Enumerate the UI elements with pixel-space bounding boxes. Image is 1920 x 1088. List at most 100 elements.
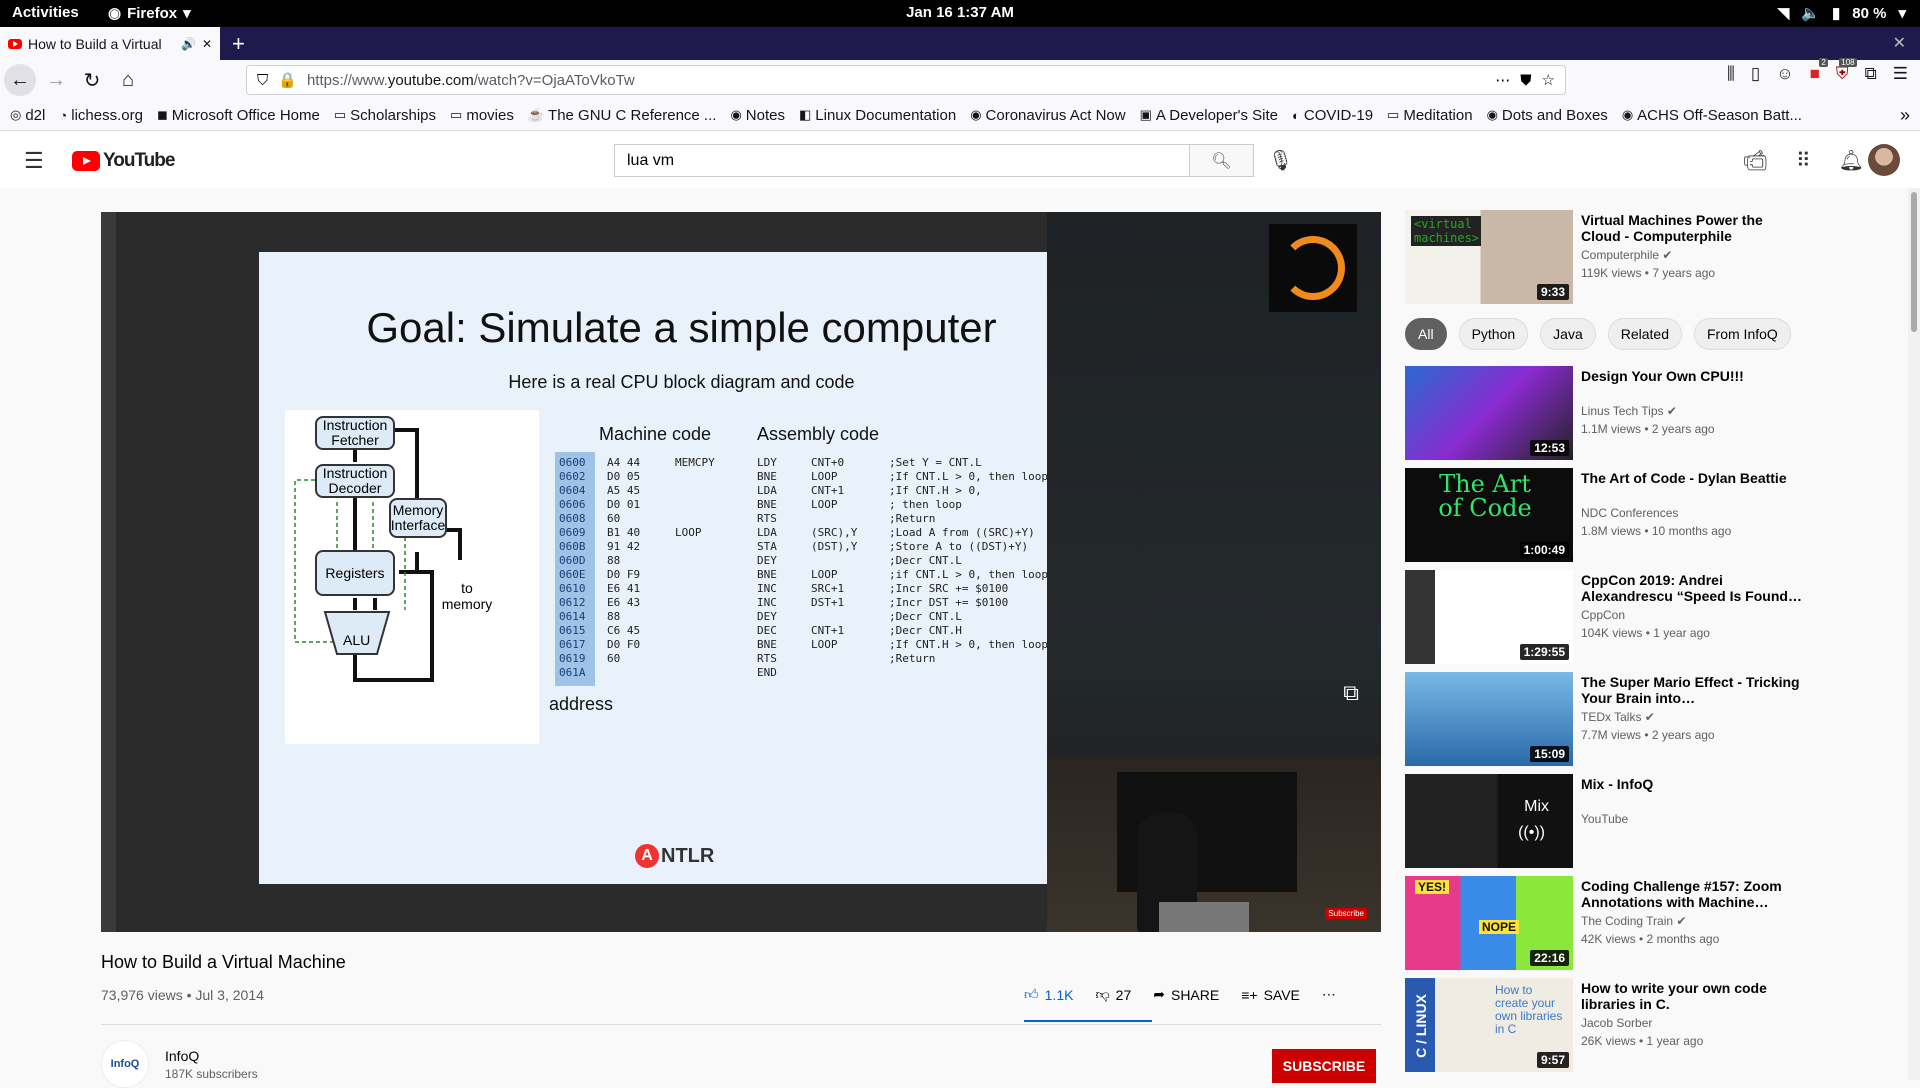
video-thumbnail[interactable]: 1:29:55 — [1405, 570, 1573, 664]
search-button[interactable]: 🔍︎ — [1189, 145, 1253, 176]
recommendation-channel[interactable]: CppCon — [1581, 608, 1625, 622]
page-actions-icon[interactable]: ⋯ — [1495, 71, 1510, 89]
extension-icon[interactable]: ■ 2 — [1810, 58, 1828, 84]
dislike-button[interactable]: 👎︎ 27 — [1095, 986, 1131, 1003]
channel-name[interactable]: InfoQ — [165, 1048, 199, 1064]
video-thumbnail[interactable]: C / LINUX How to create your own librarie… — [1405, 978, 1573, 1072]
recommendation-title[interactable]: Virtual Machines Power the Cloud - Compu… — [1581, 212, 1805, 244]
miniplayer-icon[interactable]: ⧉ — [1343, 680, 1359, 706]
recommendation-title[interactable]: Design Your Own CPU!!! — [1581, 368, 1805, 384]
clock[interactable]: Jan 16 1:37 AM — [0, 4, 1920, 21]
forward-button[interactable]: → — [40, 64, 72, 96]
chip-all[interactable]: All — [1405, 318, 1447, 350]
notifications-bell-icon[interactable]: 🔔︎ — [1839, 148, 1864, 173]
recommendation-channel[interactable]: YouTube — [1581, 812, 1628, 826]
recommendation-title[interactable]: Mix - InfoQ — [1581, 776, 1805, 792]
chip-from-infoq[interactable]: From InfoQ — [1694, 318, 1791, 350]
recommendation-title[interactable]: How to write your own code libraries in … — [1581, 980, 1805, 1012]
bookmark-item[interactable]: ▭ Scholarships — [334, 107, 436, 124]
chip-python[interactable]: Python — [1458, 318, 1529, 350]
screenshot-icon[interactable]: ⧉ — [1865, 64, 1877, 84]
speaker-icon[interactable]: 🔊 — [181, 37, 196, 51]
recommendation-item[interactable]: C / LINUX How to create your own librarie… — [1405, 978, 1805, 1074]
url-bar[interactable]: ⛉ 🔒 https://www.youtube.com/watch?v=OjaA… — [246, 65, 1566, 95]
share-button[interactable]: ➦ SHARE — [1153, 986, 1219, 1003]
recommendation-item[interactable]: 1:29:55 CppCon 2019: Andrei Alexandrescu … — [1405, 570, 1805, 666]
recommendation-title[interactable]: The Super Mario Effect - Tricking Your B… — [1581, 674, 1805, 706]
recommendation-title[interactable]: CppCon 2019: Andrei Alexandrescu “Speed … — [1581, 572, 1805, 604]
bookmark-item[interactable]: ◉ Notes — [730, 107, 785, 124]
bookmark-item[interactable]: ◼ Microsoft Office Home — [157, 107, 320, 124]
window-close-icon[interactable]: ✕ — [1893, 33, 1906, 53]
bookmarks-overflow-icon[interactable]: » — [1900, 105, 1910, 126]
account-icon[interactable]: ☺ — [1776, 64, 1793, 84]
page-scrollbar[interactable] — [1908, 188, 1920, 1080]
chip-related[interactable]: Related — [1607, 318, 1682, 350]
avatar[interactable] — [1868, 144, 1900, 176]
lock-icon[interactable]: 🔒 — [278, 71, 297, 89]
video-thumbnail[interactable]: <virtual machines> 9:33 — [1405, 210, 1573, 304]
back-button[interactable]: ← — [4, 64, 36, 96]
video-thumbnail[interactable]: Mix ((•)) — [1405, 774, 1573, 868]
ublock-icon[interactable]: ⛨ 108 — [1836, 58, 1857, 84]
system-tray[interactable]: ◥ 🔈 ▮ 80 % ▾ — [1778, 4, 1906, 23]
app-menu[interactable]: ◉ Firefox ▾ — [108, 4, 191, 23]
bookmark-item[interactable]: ◎ d2l — [10, 107, 45, 124]
video-player[interactable]: Goal: Simulate a simple computer Here is… — [101, 212, 1381, 932]
youtube-logo[interactable]: YouTube — [72, 150, 175, 172]
video-thumbnail[interactable]: 15:09 — [1405, 672, 1573, 766]
star-icon[interactable]: ☆ — [1542, 71, 1555, 89]
recommendation-item[interactable]: Mix ((•)) Mix - InfoQ YouTube — [1405, 774, 1805, 870]
shield-icon[interactable]: ⛉ — [257, 72, 268, 89]
recommendation-channel[interactable]: TEDx Talks ✔ — [1581, 710, 1655, 724]
bookmark-item[interactable]: ▣ A Developer's Site — [1140, 107, 1278, 124]
bookmark-item[interactable]: ▭ Meditation — [1387, 107, 1473, 124]
recommendation-item[interactable]: YES! NOPE 22:16 Coding Challenge #157: Zoom… — [1405, 876, 1805, 972]
recommendation-channel[interactable]: Jacob Sorber — [1581, 1016, 1652, 1030]
search-input[interactable] — [615, 145, 1189, 176]
activities-button[interactable]: Activities — [12, 4, 79, 21]
like-button[interactable]: 👍︎ 1.1K — [1024, 986, 1073, 1003]
microphone-icon[interactable]: 🎙︎ — [1268, 148, 1293, 173]
recommendation-item[interactable]: 12:53 Design Your Own CPU!!! Linus Tech Ti… — [1405, 366, 1805, 462]
save-button[interactable]: ≡+ SAVE — [1241, 987, 1300, 1003]
recommendation-channel[interactable]: NDC Conferences — [1581, 506, 1678, 520]
library-icon[interactable]: ⫼ — [1727, 64, 1735, 84]
video-thumbnail[interactable]: YES! NOPE 22:16 — [1405, 876, 1573, 970]
url-text[interactable]: https://www.youtube.com/watch?v=OjaAToVk… — [307, 72, 1485, 89]
recommendation-channel[interactable]: The Coding Train ✔ — [1581, 914, 1686, 928]
recommendation-item[interactable]: The Art of Code 1:00:49 The Art of Code - … — [1405, 468, 1805, 564]
bookmark-item[interactable]: ▭ movies — [450, 107, 514, 124]
channel-avatar[interactable]: InfoQ — [101, 1040, 149, 1088]
recommendation-channel[interactable]: Computerphile ✔ — [1581, 248, 1672, 262]
sidebar-icon[interactable]: ▯ — [1751, 64, 1760, 84]
more-actions-icon[interactable]: ⋯ — [1322, 986, 1336, 1003]
pocket-icon[interactable]: ⛊ — [1520, 72, 1531, 89]
subscribe-watermark[interactable]: Subscribe — [1325, 908, 1367, 919]
tab-youtube[interactable]: How to Build a Virtual 🔊 ✕ — [0, 27, 220, 60]
new-tab-button[interactable]: + — [232, 31, 245, 57]
bookmark-item[interactable]: ◉ Coronavirus Act Now — [970, 107, 1125, 124]
video-thumbnail[interactable]: The Art of Code 1:00:49 — [1405, 468, 1573, 562]
recommendation-title[interactable]: Coding Challenge #157: Zoom Annotations … — [1581, 878, 1805, 910]
hamburger-menu-icon[interactable]: ☰ — [24, 148, 44, 174]
subscribe-button[interactable]: SUBSCRIBE — [1272, 1049, 1376, 1083]
recommendation-channel[interactable]: Linus Tech Tips ✔ — [1581, 404, 1677, 418]
recommendation-title[interactable]: The Art of Code - Dylan Beattie — [1581, 470, 1805, 486]
create-video-icon[interactable]: 📹︎ — [1743, 148, 1768, 173]
bookmark-item[interactable]: ◉ ACHS Off-Season Batt... — [1622, 107, 1802, 124]
recommendation-item[interactable]: 15:09 The Super Mario Effect - Tricking Y… — [1405, 672, 1805, 768]
reload-button[interactable]: ↻ — [76, 64, 108, 96]
bookmark-item[interactable]: ◧ Linux Documentation — [799, 107, 956, 124]
scrollbar-thumb[interactable] — [1911, 192, 1917, 332]
bookmark-item[interactable]: ◐ COVID-19 — [1292, 107, 1373, 124]
bookmark-item[interactable]: ◉ Dots and Boxes — [1487, 107, 1608, 124]
menu-icon[interactable]: ☰ — [1893, 64, 1908, 84]
chip-java[interactable]: Java — [1540, 318, 1596, 350]
bookmark-item[interactable]: ◔ lichess.org — [59, 107, 143, 124]
apps-grid-icon[interactable]: ⠿ — [1796, 148, 1811, 173]
video-thumbnail[interactable]: 12:53 — [1405, 366, 1573, 460]
home-button[interactable]: ⌂ — [112, 64, 144, 96]
recommendation-item[interactable]: <virtual machines> 9:33 Virtual Machines P… — [1405, 210, 1805, 306]
bookmark-item[interactable]: ☕ The GNU C Reference ... — [528, 107, 717, 124]
